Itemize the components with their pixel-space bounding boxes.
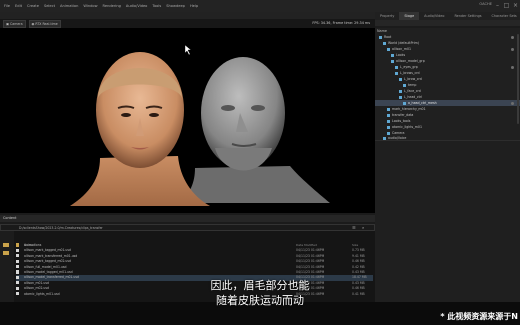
viewport-render — [70, 44, 330, 206]
toolbar — [0, 12, 375, 19]
stage-search-bar[interactable] — [375, 20, 520, 26]
mouse-cursor — [184, 44, 192, 56]
visibility-icon[interactable] — [511, 48, 514, 51]
content-browser-title: Content — [3, 216, 17, 220]
prim-icon — [399, 89, 402, 93]
menu-help[interactable]: Help — [190, 4, 198, 8]
window-title: OACHE — [479, 2, 492, 6]
menu-animation[interactable]: Animation — [60, 4, 78, 8]
prim-icon — [395, 71, 398, 75]
path-field[interactable]: D:/sclientsShow/2023.2.0/m.Creatures/cli… — [0, 224, 375, 231]
tab-stage[interactable]: Stage — [399, 12, 420, 20]
property-panel — [375, 140, 520, 302]
camera-label: Camera — [10, 21, 23, 26]
prim-icon — [391, 53, 394, 57]
tree-header: Name — [377, 29, 388, 33]
prim-icon — [399, 95, 402, 99]
menu-audio-video[interactable]: Audio/Video — [126, 4, 148, 8]
file-icon — [16, 254, 19, 258]
menu-rendering[interactable]: Rendering — [103, 4, 121, 8]
prim-icon — [399, 77, 402, 81]
minimize-button[interactable]: – — [493, 1, 502, 10]
subtitle-line-1: 因此，眉毛部分也能 — [210, 279, 310, 292]
prim-icon — [387, 47, 390, 51]
tree-scrollbar[interactable] — [517, 34, 519, 124]
prim-icon — [387, 113, 390, 117]
stage-tree: Name Root World (defaultPrim) allison_m0… — [375, 28, 520, 140]
prim-icon — [383, 41, 386, 45]
tab-render-settings[interactable]: Render Settings — [449, 12, 486, 20]
visibility-icon[interactable] — [511, 102, 514, 105]
maximize-button[interactable]: □ — [502, 1, 511, 10]
menu-showdeep[interactable]: Showdeep — [166, 4, 185, 8]
camera-button[interactable]: ▣ Camera — [3, 19, 26, 28]
render-mode-label: RTX Real-time — [35, 21, 58, 26]
prim-icon — [387, 119, 390, 123]
folder-icon[interactable] — [3, 243, 9, 247]
folder-icon[interactable] — [3, 251, 9, 255]
prim-icon — [391, 59, 394, 63]
file-icon — [16, 270, 19, 274]
visibility-icon[interactable] — [511, 66, 514, 69]
menu-create[interactable]: Create — [27, 4, 39, 8]
file-icon — [16, 259, 19, 263]
render-mode-button[interactable]: ◉ RTX Real-time — [28, 19, 61, 28]
tab-character-sets[interactable]: Character Sets — [487, 12, 520, 20]
folder-icon — [16, 243, 19, 247]
prim-icon — [403, 83, 406, 87]
prim-icon — [403, 101, 406, 105]
prim-icon — [379, 35, 382, 39]
tab-audio-video[interactable]: Audio/Video — [419, 12, 449, 20]
path-text: D:/sclientsShow/2023.2.0/m.Creatures/cli… — [19, 226, 103, 230]
prim-icon — [387, 125, 390, 129]
fps-readout: FPS: 34.36, Frame time: 29.34 ms — [312, 21, 370, 25]
3d-viewport[interactable] — [0, 28, 375, 213]
right-panel-tabs: Property Stage Audio/Video Render Settin… — [375, 12, 520, 20]
subtitle-line-2: 随着皮肤运动而动 — [216, 294, 304, 307]
visibility-icon[interactable] — [511, 36, 514, 39]
menu-edit[interactable]: Edit — [15, 4, 22, 8]
menu-bar: File Edit Create Select Animation Window… — [0, 0, 520, 12]
watermark: * 此视频资源来源于N — [440, 312, 518, 321]
search-icon[interactable]: ⌕ — [362, 225, 364, 230]
grey-head-mesh[interactable] — [180, 57, 330, 203]
content-browser-title-bar: Content — [0, 215, 375, 222]
prim-icon — [395, 65, 398, 69]
prim-icon — [387, 107, 390, 111]
menu-tools[interactable]: Tools — [152, 4, 161, 8]
female-head-model[interactable] — [70, 52, 210, 206]
menu-file[interactable]: File — [4, 4, 10, 8]
file-icon — [16, 265, 19, 269]
close-button[interactable]: × — [511, 1, 520, 10]
menu-window[interactable]: Window — [83, 4, 97, 8]
file-icon — [16, 248, 19, 252]
menu-select[interactable]: Select — [44, 4, 55, 8]
filter-icon[interactable]: ☰ — [352, 225, 356, 230]
tab-property[interactable]: Property — [375, 12, 399, 20]
